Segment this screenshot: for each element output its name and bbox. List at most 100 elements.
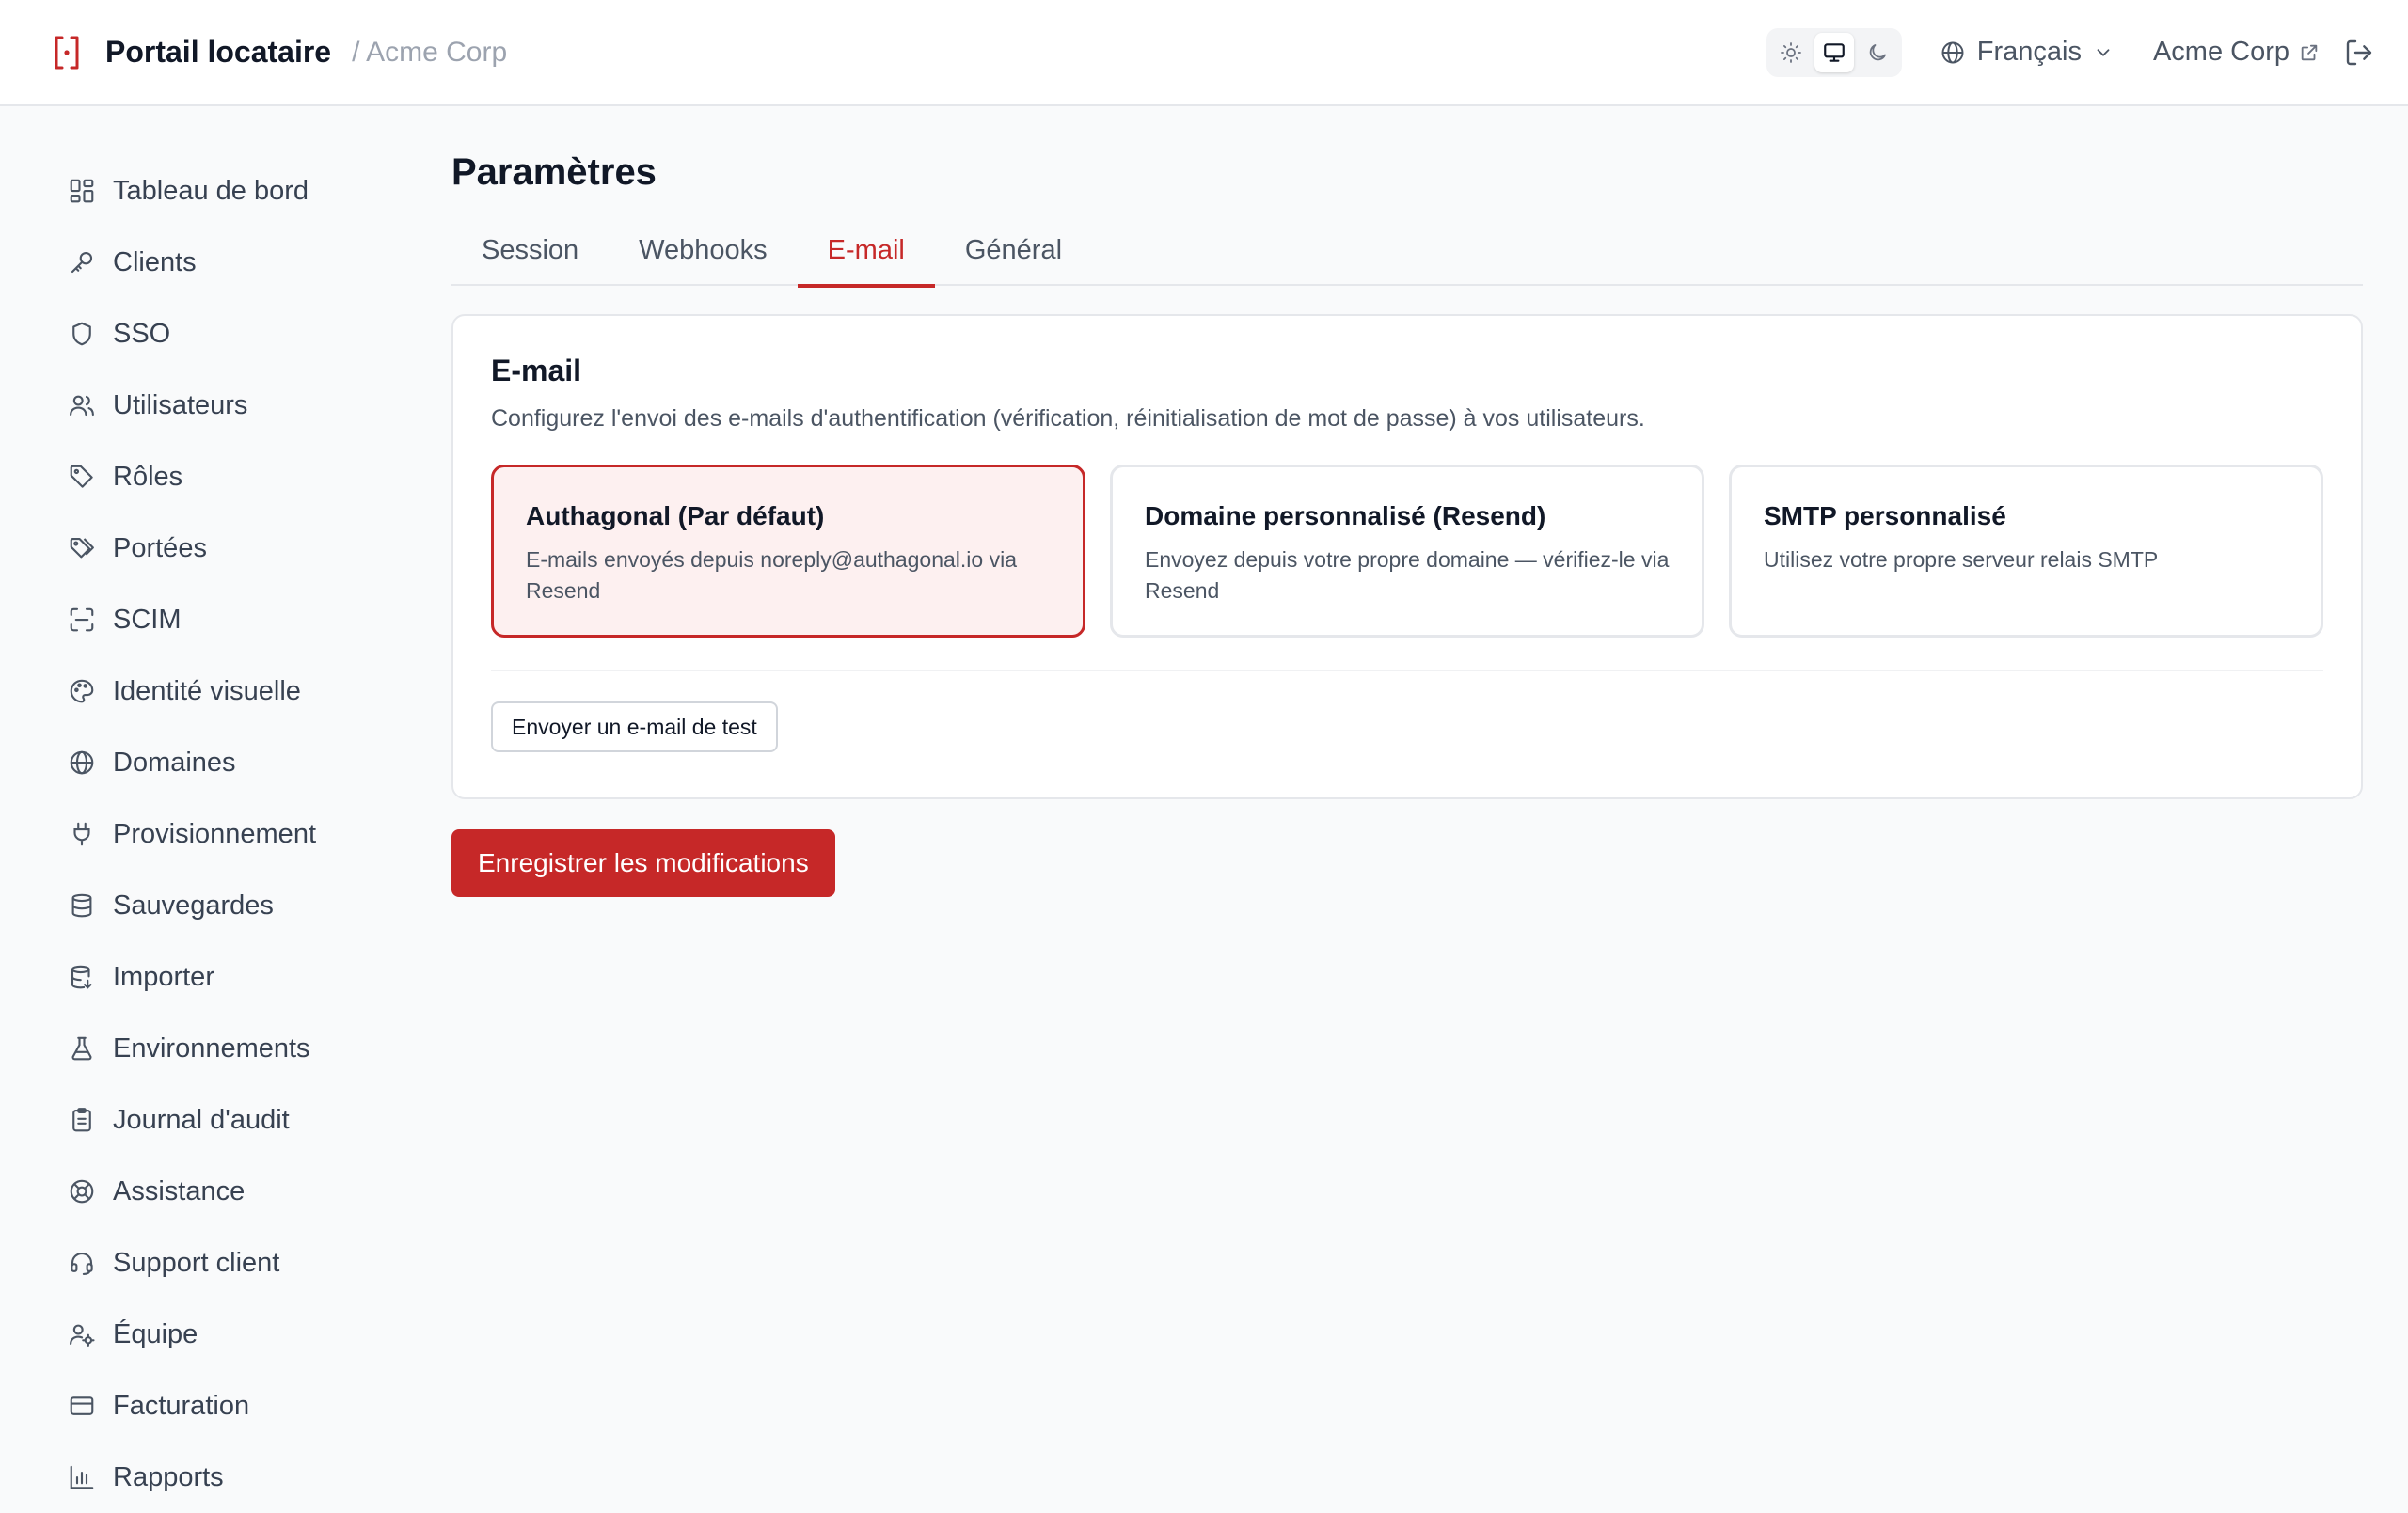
- sidebar-item-label: SSO: [113, 318, 171, 349]
- user-cog-icon: [66, 1318, 98, 1350]
- shield-icon: [66, 318, 98, 350]
- tag-icon: [66, 461, 98, 493]
- option-title: SMTP personnalisé: [1764, 501, 2006, 530]
- sidebar-item-label: Utilisateurs: [113, 389, 248, 420]
- credit-card-icon: [66, 1390, 98, 1422]
- database-import-icon: [66, 961, 98, 993]
- tab-webhooks[interactable]: Webhooks: [609, 226, 798, 286]
- sidebar-item-branding[interactable]: Identité visuelle: [0, 655, 414, 727]
- sidebar-item-label: Environnements: [113, 1032, 310, 1064]
- headset-icon: [66, 1247, 98, 1279]
- header-actions: Français Acme Corp: [1766, 27, 2374, 77]
- monitor-icon: [1823, 42, 1845, 62]
- sidebar-item-clients[interactable]: Clients: [0, 227, 414, 298]
- sidebar-item-scopes[interactable]: Portées: [0, 512, 414, 584]
- option-description: Envoyez depuis votre propre domaine — vé…: [1145, 547, 1670, 603]
- option-authagonal-default[interactable]: Authagonal (Par défaut) E-mails envoyés …: [491, 465, 1085, 638]
- system-theme-button[interactable]: [1814, 32, 1854, 72]
- tags-icon: [66, 532, 98, 564]
- globe-icon: [1941, 41, 1964, 63]
- palette-icon: [66, 675, 98, 707]
- app-title: Portail locataire: [105, 35, 332, 69]
- sidebar-item-billing[interactable]: Facturation: [0, 1370, 414, 1442]
- sidebar-item-import[interactable]: Importer: [0, 941, 414, 1013]
- key-icon: [66, 246, 98, 278]
- sidebar-item-label: Équipe: [113, 1318, 198, 1349]
- chevron-down-icon: [2097, 48, 2110, 56]
- tenant-breadcrumb: / Acme Corp: [352, 36, 508, 68]
- sidebar-item-customer-support[interactable]: Support client: [0, 1227, 414, 1299]
- sidebar-item-label: Support client: [113, 1247, 280, 1278]
- sidebar-item-environments[interactable]: Environnements: [0, 1013, 414, 1084]
- email-provider-options: Authagonal (Par défaut) E-mails envoyés …: [491, 465, 2323, 638]
- sidebar-item-label: Tableau de bord: [113, 175, 309, 206]
- tab-general[interactable]: Général: [935, 226, 1092, 286]
- sun-icon: [1780, 41, 1801, 63]
- lifebuoy-icon: [66, 1175, 98, 1207]
- bar-chart-icon: [66, 1461, 98, 1493]
- sidebar-item-scim[interactable]: SCIM: [0, 584, 414, 655]
- flask-icon: [66, 1032, 98, 1064]
- brand[interactable]: Portail locataire / Acme Corp: [49, 35, 507, 71]
- dark-theme-button[interactable]: [1858, 33, 1897, 72]
- tenant-link-label: Acme Corp: [2152, 37, 2289, 67]
- language-selector[interactable]: Français: [1940, 37, 2114, 68]
- sidebar-item-provisioning[interactable]: Provisionnement: [0, 798, 414, 870]
- card-title: E-mail: [491, 354, 582, 387]
- sidebar: Tableau de bord Clients SSO Utilisateurs…: [0, 108, 414, 1505]
- tab-session[interactable]: Session: [452, 226, 609, 286]
- save-changes-button[interactable]: Enregistrer les modifications: [452, 829, 835, 897]
- sidebar-item-label: Facturation: [113, 1390, 250, 1421]
- language-label: Français: [1976, 37, 2082, 67]
- sidebar-item-label: Importer: [113, 961, 214, 992]
- sidebar-item-label: Provisionnement: [113, 818, 316, 849]
- sidebar-item-label: Portées: [113, 532, 207, 563]
- sidebar-item-dashboard[interactable]: Tableau de bord: [0, 155, 414, 227]
- plug-icon: [66, 818, 98, 850]
- send-test-email-button[interactable]: Envoyer un e-mail de test: [491, 701, 778, 752]
- sidebar-item-label: Clients: [113, 246, 197, 277]
- tab-email[interactable]: E-mail: [797, 226, 936, 288]
- sidebar-item-label: Rapports: [113, 1461, 224, 1492]
- database-icon: [66, 890, 98, 922]
- main-content: Paramètres Session Webhooks E-mail Génér…: [452, 108, 2363, 897]
- sidebar-item-team[interactable]: Équipe: [0, 1299, 414, 1370]
- option-custom-smtp[interactable]: SMTP personnalisé Utilisez votre propre …: [1729, 465, 2323, 638]
- tenant-external-link[interactable]: Acme Corp: [2153, 37, 2320, 68]
- external-link-icon: [2301, 44, 2318, 60]
- page-title: Paramètres: [452, 151, 657, 193]
- option-title: Domaine personnalisé (Resend): [1145, 501, 1546, 530]
- sidebar-item-audit-log[interactable]: Journal d'audit: [0, 1084, 414, 1156]
- option-custom-domain-resend[interactable]: Domaine personnalisé (Resend) Envoyez de…: [1110, 465, 1704, 638]
- logout-button[interactable]: [2344, 38, 2374, 68]
- sidebar-item-label: Identité visuelle: [113, 675, 301, 706]
- option-description: E-mails envoyés depuis noreply@authagona…: [526, 547, 1017, 603]
- theme-switch: [1766, 27, 1902, 77]
- sidebar-item-assistance[interactable]: Assistance: [0, 1156, 414, 1227]
- sidebar-item-label: Journal d'audit: [113, 1104, 290, 1135]
- sidebar-item-label: Assistance: [113, 1175, 246, 1206]
- top-header: Portail locataire / Acme Corp Français A…: [0, 0, 2408, 106]
- settings-tabs: Session Webhooks E-mail Général: [452, 226, 2363, 288]
- sidebar-item-users[interactable]: Utilisateurs: [0, 370, 414, 441]
- sidebar-item-reports[interactable]: Rapports: [0, 1442, 414, 1513]
- clipboard-icon: [66, 1104, 98, 1136]
- users-icon: [66, 389, 98, 421]
- divider: [491, 670, 2323, 671]
- sidebar-item-domains[interactable]: Domaines: [0, 727, 414, 798]
- light-theme-button[interactable]: [1771, 33, 1811, 72]
- email-settings-card: E-mail Configurez l'envoi des e-mails d'…: [452, 314, 2363, 799]
- card-description: Configurez l'envoi des e-mails d'authent…: [491, 405, 1645, 432]
- sidebar-item-label: SCIM: [113, 604, 182, 635]
- option-description: Utilisez votre propre serveur relais SMT…: [1764, 547, 2159, 572]
- sidebar-item-roles[interactable]: Rôles: [0, 441, 414, 512]
- logo-bracket-icon: [49, 35, 85, 71]
- scan-icon: [66, 604, 98, 636]
- logout-icon: [2346, 39, 2372, 65]
- sidebar-item-backups[interactable]: Sauvegardes: [0, 870, 414, 941]
- sidebar-item-label: Rôles: [113, 461, 183, 492]
- moon-icon: [1869, 43, 1886, 60]
- sidebar-item-sso[interactable]: SSO: [0, 298, 414, 370]
- globe-icon: [66, 747, 98, 779]
- option-title: Authagonal (Par défaut): [526, 501, 825, 530]
